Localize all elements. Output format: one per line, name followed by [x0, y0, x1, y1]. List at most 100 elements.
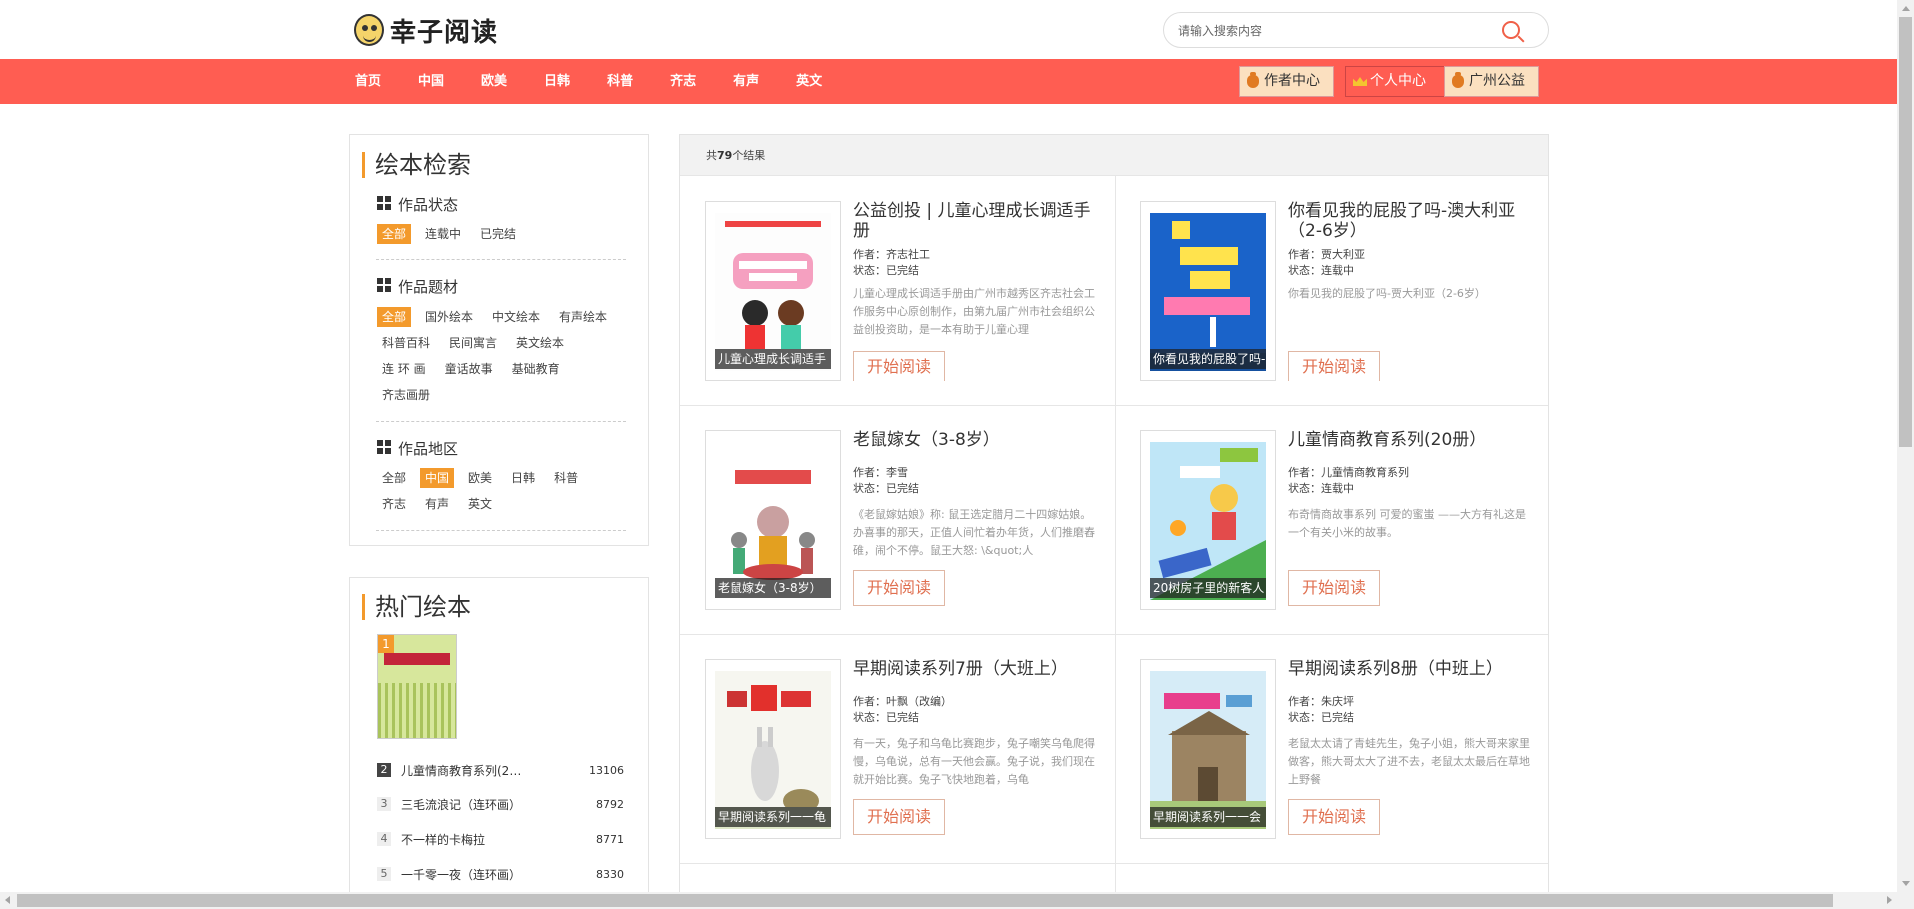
hot-book-count: 8330: [596, 868, 624, 881]
search-box: [1163, 12, 1549, 48]
hot-book-name[interactable]: 不一样的卡梅拉: [401, 830, 541, 850]
nav-item-japan-korea[interactable]: 日韩: [544, 59, 570, 104]
book-status: 状态：已完结: [853, 264, 919, 277]
theme-option-fable[interactable]: 民间寓言: [444, 333, 502, 353]
filter-panel: 绘本检索 作品状态 全部 连载中 已完结 作品题材 全部 国外绘本 中文绘本 有…: [349, 134, 649, 546]
main-nav: 首页 中国 欧美 日韩 科普 齐志 有声 英文 作者中心 个人中心 广州公益: [0, 59, 1897, 104]
vertical-scrollbar[interactable]: [1897, 0, 1914, 892]
book-status: 状态：连载中: [1288, 482, 1354, 495]
book-author: 作者：朱庆坪: [1288, 695, 1354, 708]
theme-option-all[interactable]: 全部: [377, 307, 412, 327]
horizontal-scroll-thumb[interactable]: [17, 894, 1833, 907]
theme-group-title: 作品题材: [377, 276, 458, 297]
money-bag-icon: [1452, 72, 1464, 88]
region-option-english[interactable]: 英文: [463, 494, 497, 514]
personal-center-button[interactable]: 个人中心: [1345, 66, 1445, 97]
vertical-scroll-thumb[interactable]: [1899, 17, 1912, 447]
book-title[interactable]: 公益创投 | 儿童心理成长调适手册: [853, 201, 1098, 241]
start-reading-button[interactable]: 开始阅读: [1288, 799, 1380, 835]
hot-list-item[interactable]: 4 不一样的卡梅拉 8771: [377, 830, 624, 850]
start-reading-button[interactable]: 开始阅读: [853, 351, 945, 381]
hot-book-cover[interactable]: 1: [377, 634, 457, 739]
cover-caption: 儿童心理成长调适手: [715, 349, 831, 369]
region-option-china[interactable]: 中国: [420, 468, 455, 488]
book-cover[interactable]: 儿童心理成长调适手: [705, 201, 841, 381]
cover-art: [378, 683, 456, 738]
status-option-finished[interactable]: 已完结: [475, 224, 521, 244]
theme-option-basic-education[interactable]: 基础教育: [507, 359, 565, 379]
start-reading-button[interactable]: 开始阅读: [853, 799, 945, 835]
book-card: 儿童心理成长调适手 公益创投 | 儿童心理成长调适手册 作者：齐志社工 状态：已…: [705, 201, 1115, 381]
book-description: 你看见我的屁股了吗-贾大利亚（2-6岁）: [1288, 287, 1486, 300]
grid-icon: [377, 196, 391, 210]
book-status: 状态：已完结: [1288, 711, 1354, 724]
scroll-right-icon[interactable]: [1887, 896, 1892, 904]
region-option-qizhi[interactable]: 齐志: [377, 494, 411, 514]
theme-option-qizhi-album[interactable]: 齐志画册: [377, 385, 435, 405]
site-logo[interactable]: 幸子阅读: [354, 12, 498, 48]
book-cover[interactable]: 老鼠嫁女（3-8岁）: [705, 430, 841, 610]
cover-caption: 老鼠嫁女（3-8岁）: [715, 578, 831, 598]
book-title[interactable]: 儿童情商教育系列(20册）: [1288, 430, 1533, 450]
filter-title: 绘本检索: [362, 152, 471, 178]
start-reading-button[interactable]: 开始阅读: [1288, 351, 1380, 381]
top-header: 幸子阅读: [0, 0, 1897, 59]
hot-list-item[interactable]: 5 一千零一夜（连环画） 8330: [377, 865, 624, 885]
theme-option-audio[interactable]: 有声绘本: [554, 307, 612, 327]
hot-list-item[interactable]: 2 儿童情商教育系列(2… 13106: [377, 761, 624, 781]
rank-badge: 2: [377, 763, 391, 777]
guangzhou-public-label: 广州公益: [1469, 73, 1525, 89]
book-cover[interactable]: 早期阅读系列一一龟: [705, 659, 841, 839]
rank-badge: 3: [377, 797, 391, 811]
hot-book-name[interactable]: 儿童情商教育系列(2…: [401, 761, 541, 781]
nav-item-china[interactable]: 中国: [418, 59, 444, 104]
scroll-up-icon[interactable]: [1902, 6, 1910, 11]
region-option-audio[interactable]: 有声: [420, 494, 454, 514]
row-divider: [680, 634, 1548, 635]
book-cover[interactable]: 20树房子里的新客人: [1140, 430, 1276, 610]
nav-item-audio[interactable]: 有声: [733, 59, 759, 104]
search-icon[interactable]: [1502, 21, 1520, 39]
book-cover[interactable]: 早期阅读系列一一会: [1140, 659, 1276, 839]
logo-text: 幸子阅读: [390, 17, 499, 48]
region-option-western[interactable]: 欧美: [463, 468, 497, 488]
theme-option-english[interactable]: 英文绘本: [511, 333, 569, 353]
divider: [376, 530, 626, 531]
cover-art: [1150, 671, 1266, 829]
nav-item-science[interactable]: 科普: [607, 59, 633, 104]
region-option-japan-korea[interactable]: 日韩: [506, 468, 540, 488]
theme-option-encyclopedia[interactable]: 科普百科: [377, 333, 435, 353]
start-reading-button[interactable]: 开始阅读: [853, 570, 945, 606]
nav-item-english[interactable]: 英文: [796, 59, 822, 104]
nav-item-home[interactable]: 首页: [355, 59, 381, 104]
theme-option-fairy-tale[interactable]: 童话故事: [440, 359, 498, 379]
cover-caption: 你看见我的屁股了吗-: [1150, 349, 1266, 369]
region-option-science[interactable]: 科普: [549, 468, 583, 488]
theme-option-chinese[interactable]: 中文绘本: [487, 307, 545, 327]
status-option-all[interactable]: 全部: [377, 224, 412, 244]
book-title[interactable]: 早期阅读系列8册（中班上）: [1288, 659, 1533, 679]
hot-list-item[interactable]: 3 三毛流浪记（连环画） 8792: [377, 795, 624, 815]
cover-art: [715, 671, 831, 829]
region-option-all[interactable]: 全部: [377, 468, 411, 488]
start-reading-button[interactable]: 开始阅读: [1288, 570, 1380, 606]
book-title[interactable]: 你看见我的屁股了吗-澳大利亚（2-6岁）: [1288, 201, 1533, 241]
nav-item-western[interactable]: 欧美: [481, 59, 507, 104]
book-title[interactable]: 老鼠嫁女（3-8岁）: [853, 430, 1098, 450]
horizontal-scrollbar[interactable]: [0, 892, 1914, 909]
author-center-button[interactable]: 作者中心: [1239, 66, 1334, 97]
hot-book-name[interactable]: 三毛流浪记（连环画）: [401, 795, 541, 815]
theme-option-comic[interactable]: 连 环 画: [377, 359, 431, 379]
scroll-left-icon[interactable]: [5, 896, 10, 904]
status-option-ongoing[interactable]: 连载中: [420, 224, 466, 244]
book-cover[interactable]: 你看见我的屁股了吗-: [1140, 201, 1276, 381]
guangzhou-public-button[interactable]: 广州公益: [1444, 66, 1539, 97]
scroll-down-icon[interactable]: [1902, 881, 1910, 886]
book-title[interactable]: 早期阅读系列7册（大班上）: [853, 659, 1098, 679]
search-input[interactable]: [1178, 21, 1478, 41]
hot-book-name[interactable]: 一千零一夜（连环画）: [401, 865, 541, 885]
region-group-title: 作品地区: [377, 438, 458, 459]
nav-item-qizhi[interactable]: 齐志: [670, 59, 696, 104]
rank-badge-1: 1: [378, 635, 394, 653]
theme-option-foreign[interactable]: 国外绘本: [420, 307, 478, 327]
